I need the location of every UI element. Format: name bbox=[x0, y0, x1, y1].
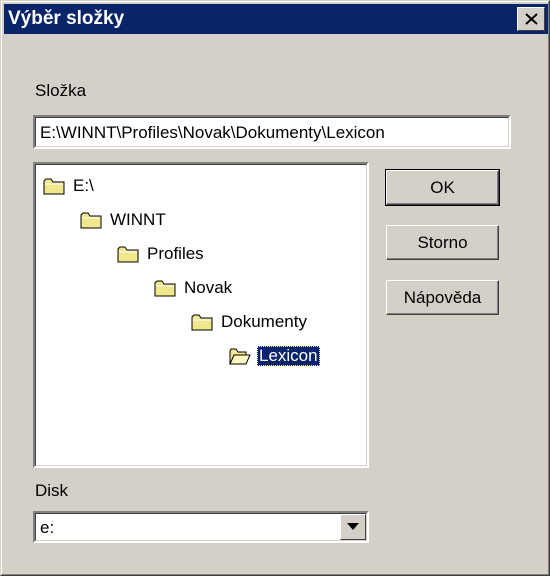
folder-icon bbox=[117, 246, 139, 263]
folder-dialog: Výběr složky Složka E:\WINNT\Profiles\No… bbox=[0, 0, 550, 576]
tree-node[interactable]: WINNT bbox=[80, 209, 168, 231]
tree-node-label: Novak bbox=[184, 278, 233, 297]
help-button[interactable]: Nápověda bbox=[386, 280, 499, 315]
folder-tree[interactable]: E:\ WINNT Profiles Novak Dokumenty Lexic… bbox=[33, 162, 369, 468]
tree-node[interactable]: E:\ bbox=[43, 175, 96, 197]
tree-node-selected[interactable]: Lexicon bbox=[229, 345, 320, 367]
tree-node-label: Lexicon bbox=[257, 346, 320, 366]
cancel-button[interactable]: Storno bbox=[386, 225, 499, 260]
folder-path-value: E:\WINNT\Profiles\Novak\Dokumenty\Lexico… bbox=[40, 123, 385, 142]
folder-icon bbox=[191, 314, 213, 331]
close-button[interactable] bbox=[517, 7, 545, 31]
tree-node-label: Profiles bbox=[147, 244, 204, 263]
folder-icon bbox=[154, 280, 176, 297]
disk-dropdown-button[interactable] bbox=[340, 514, 366, 540]
ok-button[interactable]: OK bbox=[385, 169, 500, 206]
folder-path-field[interactable]: E:\WINNT\Profiles\Novak\Dokumenty\Lexico… bbox=[33, 115, 511, 149]
disk-value: e: bbox=[40, 518, 55, 537]
tree-node[interactable]: Novak bbox=[154, 277, 234, 299]
dialog-title: Výběr složky bbox=[8, 8, 125, 29]
open-folder-icon bbox=[229, 348, 251, 365]
tree-node[interactable]: Profiles bbox=[117, 243, 206, 265]
disk-label: Disk bbox=[35, 481, 69, 500]
tree-node-label: E:\ bbox=[73, 176, 94, 195]
folder-icon bbox=[43, 178, 65, 195]
tree-node[interactable]: Dokumenty bbox=[191, 311, 309, 333]
title-bar[interactable]: Výběr složky bbox=[4, 4, 548, 34]
chevron-down-icon bbox=[347, 523, 359, 530]
disk-select[interactable]: e: bbox=[33, 511, 369, 543]
close-icon bbox=[525, 13, 538, 25]
folder-label: Složka bbox=[35, 81, 87, 100]
tree-node-label: Dokumenty bbox=[221, 312, 307, 331]
tree-node-label: WINNT bbox=[110, 210, 166, 229]
folder-icon bbox=[80, 212, 102, 229]
